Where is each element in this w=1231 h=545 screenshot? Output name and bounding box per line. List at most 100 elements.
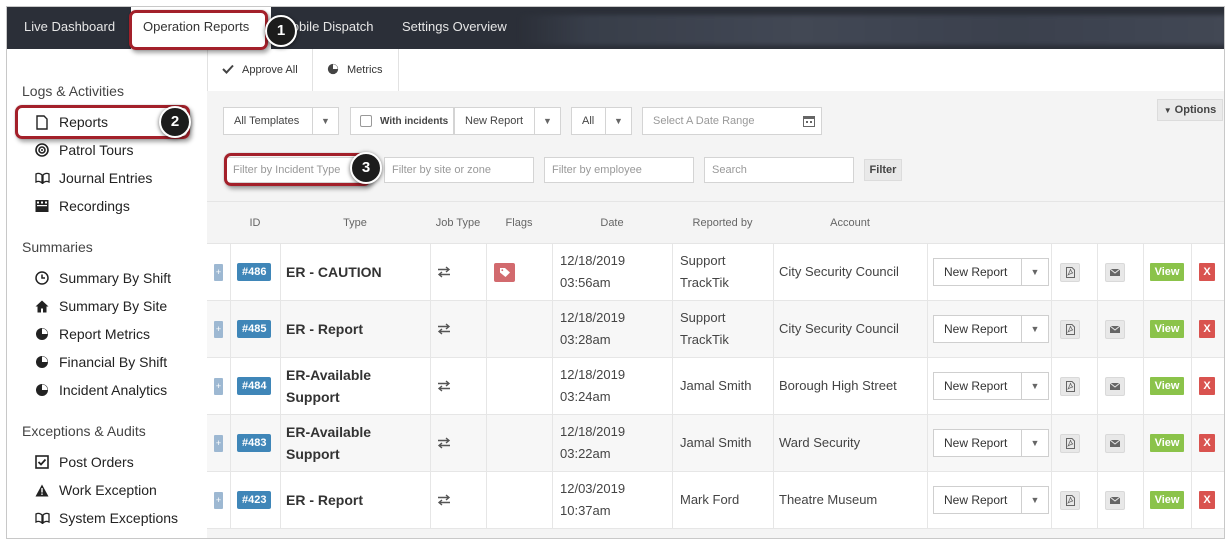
pdf-icon[interactable] (1060, 490, 1080, 510)
sidebar-item-report-metrics[interactable]: Report Metrics (33, 323, 150, 345)
incident-type-filter[interactable]: Filter by Incident Type (225, 157, 367, 183)
table-row[interactable]: + #484 ER-Available Support 12/18/2019 03:24… (207, 358, 1224, 415)
metrics-button[interactable]: Metrics (313, 49, 399, 91)
new-report-dropdown[interactable]: New Report ▼ (933, 315, 1049, 343)
header-account[interactable]: Account (773, 202, 927, 244)
report-id-badge[interactable]: #483 (237, 434, 272, 452)
view-button[interactable]: View (1150, 491, 1184, 509)
approve-all-button[interactable]: Approve All (207, 49, 313, 91)
expand-row-button[interactable]: + (214, 472, 223, 528)
column-divider (430, 415, 431, 471)
with-incidents-checkbox[interactable] (360, 115, 372, 127)
sidebar-item-reports[interactable]: Reports (33, 111, 108, 133)
tab-settings-overview[interactable]: Settings Overview (402, 7, 522, 49)
reported-by[interactable]: Mark Ford (680, 489, 739, 511)
account-name[interactable]: Ward Security (779, 432, 860, 454)
delete-cell: X (1199, 358, 1215, 414)
view-button[interactable]: View (1150, 263, 1184, 281)
sidebar-item-recordings[interactable]: Recordings (33, 195, 130, 217)
tab-live-dashboard[interactable]: Live Dashboard (7, 7, 127, 49)
envelope-icon[interactable] (1105, 319, 1125, 339)
header-job-type[interactable]: Job Type (430, 202, 486, 244)
expand-row-button[interactable]: + (214, 415, 223, 471)
sidebar-item-system-exceptions[interactable]: System Exceptions (33, 507, 178, 529)
account-name[interactable]: City Security Council (779, 318, 899, 340)
site-zone-filter[interactable]: Filter by site or zone (384, 157, 534, 183)
header-id[interactable]: ID (230, 202, 280, 244)
pdf-icon[interactable] (1060, 262, 1080, 282)
sidebar-item-summary-by-shift[interactable]: Summary By Shift (33, 267, 171, 289)
table-row[interactable]: + #486 ER - CAUTION 12/18/2019 03:56am Suppor… (207, 244, 1224, 301)
document-icon (33, 114, 51, 130)
column-divider (552, 415, 553, 471)
delete-button[interactable]: X (1199, 320, 1215, 338)
delete-cell: X (1199, 415, 1215, 471)
report-id-badge[interactable]: #486 (237, 263, 272, 281)
expand-row-button[interactable]: + (214, 358, 223, 414)
sidebar-item-work-exception[interactable]: Work Exception (33, 479, 157, 501)
report-id-badge[interactable]: #423 (237, 491, 272, 509)
envelope-icon[interactable] (1105, 262, 1125, 282)
tab-operation-reports[interactable]: Operation Reports (131, 7, 271, 49)
tag-icon[interactable] (494, 262, 515, 282)
view-button[interactable]: View (1150, 434, 1184, 452)
report-id-badge[interactable]: #485 (237, 320, 272, 338)
header-type[interactable]: Type (280, 202, 430, 244)
template-select[interactable]: All Templates ▼ (223, 107, 339, 135)
column-divider (1097, 472, 1098, 528)
new-report-dropdown[interactable]: New Report ▼ (933, 429, 1049, 457)
delete-button[interactable]: X (1199, 377, 1215, 395)
table-row[interactable]: + #485 ER - Report 12/18/2019 03:28am Support… (207, 301, 1224, 358)
sidebar-item-post-orders[interactable]: Post Orders (33, 451, 134, 473)
header-reported-by[interactable]: Reported by (672, 202, 773, 244)
table-row[interactable]: + #423 ER - Report 12/03/2019 10:37am Mark Fo… (207, 472, 1224, 529)
account-name[interactable]: Borough High Street (779, 375, 897, 397)
column-divider (773, 472, 774, 528)
pdf-icon[interactable] (1060, 433, 1080, 453)
report-id-cell: #483 (237, 415, 272, 471)
header-flags[interactable]: Flags (486, 202, 552, 244)
options-button[interactable]: ▼ Options (1157, 99, 1223, 121)
envelope-icon[interactable] (1105, 490, 1125, 510)
column-divider (773, 415, 774, 471)
new-report-dropdown[interactable]: New Report ▼ (933, 486, 1049, 514)
sidebar-item-summary-by-site[interactable]: Summary By Site (33, 295, 167, 317)
sidebar-item-financial-by-shift[interactable]: Financial By Shift (33, 351, 167, 373)
filter-button[interactable]: Filter (864, 159, 902, 181)
delete-button[interactable]: X (1199, 491, 1215, 509)
date-range-input[interactable]: Select A Date Range (642, 107, 822, 135)
report-type-cell: ER - Report (286, 301, 426, 357)
reported-by[interactable]: Support TrackTik (680, 250, 768, 294)
reported-by[interactable]: Support TrackTik (680, 307, 768, 351)
email-cell (1105, 358, 1125, 414)
pdf-icon[interactable] (1060, 319, 1080, 339)
delete-button[interactable]: X (1199, 434, 1215, 452)
new-report-dropdown[interactable]: New Report ▼ (933, 372, 1049, 400)
delete-button[interactable]: X (1199, 263, 1215, 281)
status-select[interactable]: All ▼ (571, 107, 632, 135)
reported-by[interactable]: Jamal Smith (680, 375, 752, 397)
table-row[interactable]: + #483 ER-Available Support 12/18/2019 03:22… (207, 415, 1224, 472)
header-date[interactable]: Date (552, 202, 672, 244)
reported-by[interactable]: Jamal Smith (680, 432, 752, 454)
expand-row-button[interactable]: + (214, 301, 223, 357)
envelope-icon[interactable] (1105, 433, 1125, 453)
report-id-badge[interactable]: #484 (237, 377, 272, 395)
job-type-cell (437, 472, 451, 528)
account-cell: Theatre Museum (779, 472, 877, 528)
sidebar-item-patrol-tours[interactable]: Patrol Tours (33, 139, 133, 161)
new-report-dropdown[interactable]: New Report ▼ (933, 258, 1049, 286)
employee-filter[interactable]: Filter by employee (544, 157, 694, 183)
sidebar-item-incident-analytics[interactable]: Incident Analytics (33, 379, 167, 401)
search-input[interactable]: Search (704, 157, 854, 183)
view-button[interactable]: View (1150, 377, 1184, 395)
pdf-icon[interactable] (1060, 376, 1080, 396)
with-incidents-toggle[interactable]: With incidents (350, 107, 454, 135)
account-name[interactable]: City Security Council (779, 261, 899, 283)
view-button[interactable]: View (1150, 320, 1184, 338)
new-report-select[interactable]: New Report ▼ (454, 107, 561, 135)
sidebar-item-journal-entries[interactable]: Journal Entries (33, 167, 152, 189)
envelope-icon[interactable] (1105, 376, 1125, 396)
expand-row-button[interactable]: + (214, 244, 223, 300)
account-name[interactable]: Theatre Museum (779, 489, 877, 511)
